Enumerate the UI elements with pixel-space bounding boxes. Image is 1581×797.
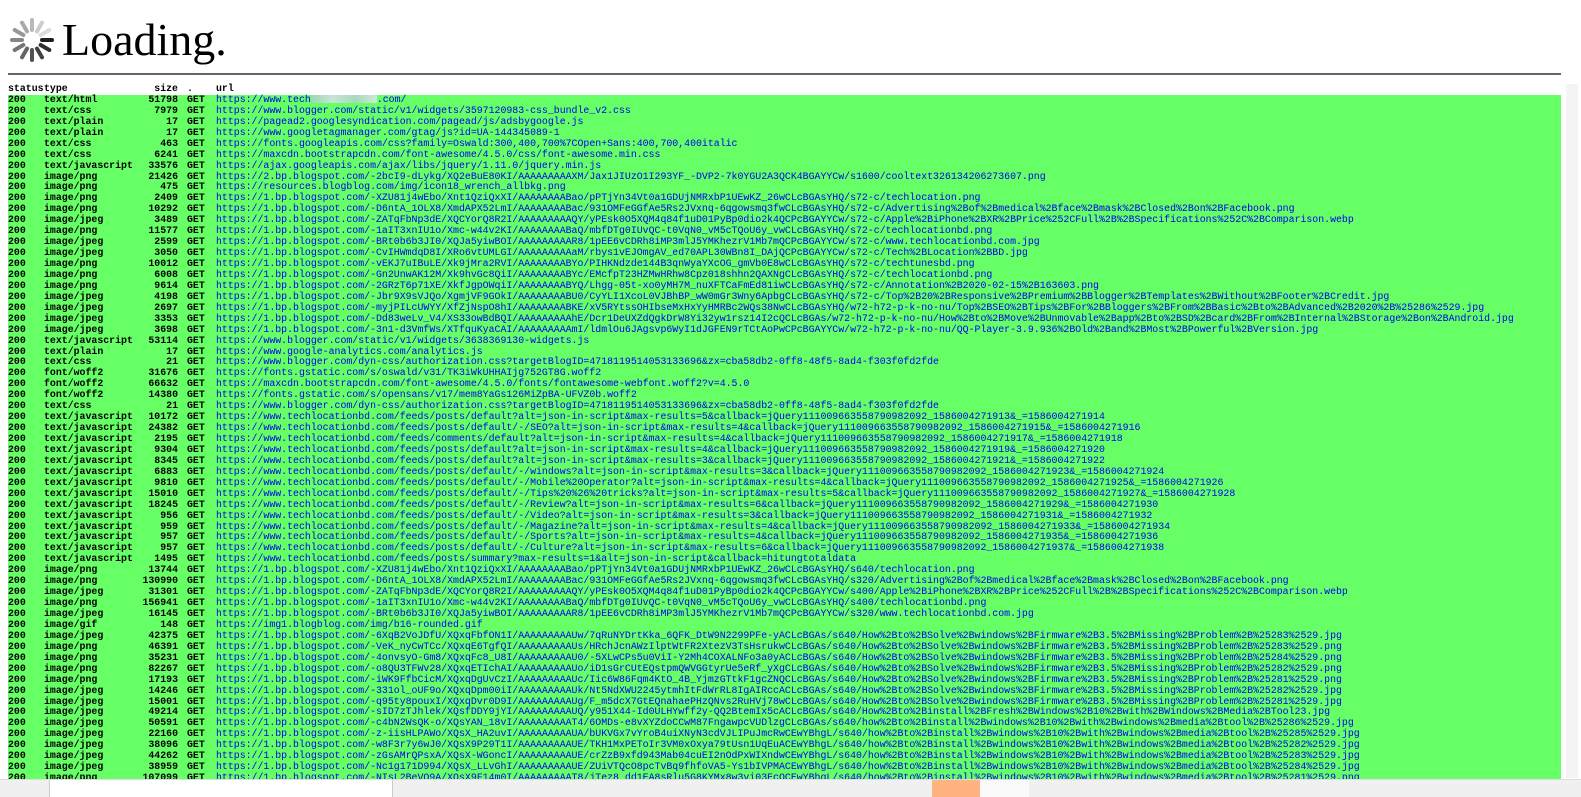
table-row: 200 image/jpeg 14246 GET https://1.bp.blogsp… xyxy=(8,684,1561,697)
type-cell: text/css xyxy=(44,137,92,149)
status-cell: 200 xyxy=(8,487,26,499)
url-link[interactable]: https://1.bp.blogspot.com/-3n1-d3VmfWs/X… xyxy=(216,324,1318,336)
table-row: 200 image/png 82267 GET https://1.bp.blogspo… xyxy=(8,662,1561,675)
method-cell: GET xyxy=(187,487,205,499)
url-link[interactable]: https://fonts.googleapis.com/css?family=… xyxy=(216,138,738,150)
spinner-segment xyxy=(12,43,26,52)
size-cell: 463 xyxy=(160,137,178,149)
status-cell: 200 xyxy=(8,312,26,324)
method-cell: GET xyxy=(187,312,205,324)
size-cell: 15010 xyxy=(148,487,178,499)
status-cell: 200 xyxy=(8,662,26,674)
size-cell: 3698 xyxy=(154,323,178,335)
type-cell: text/javascript xyxy=(44,498,133,510)
type-cell: text/javascript xyxy=(44,159,133,171)
status-cell: 200 xyxy=(8,509,26,521)
request-table: status type size . url 200 text/html 517… xyxy=(8,83,1561,784)
size-cell: 14246 xyxy=(148,684,178,696)
method-cell: GET xyxy=(187,159,205,171)
table-row: 200 text/css 463 GET https://fonts.googleapi… xyxy=(8,137,1561,150)
status-cell: 200 xyxy=(8,159,26,171)
table-row: 200 image/jpeg 3353 GET https://1.bp.blogspo… xyxy=(8,312,1561,325)
scrollbar[interactable] xyxy=(1566,84,1578,778)
size-cell: 82267 xyxy=(148,662,178,674)
status-segment xyxy=(980,780,1029,797)
url-prefix: https://www.tech xyxy=(216,93,311,105)
table-row: 200 text/javascript 18245 GET https://www.te… xyxy=(8,498,1561,511)
loading-header: Loading. xyxy=(8,12,227,68)
url-link[interactable]: https://www.techlocationbd.com/feeds/pos… xyxy=(216,488,1235,500)
method-cell: GET xyxy=(187,509,205,521)
url-link[interactable]: https://1.bp.blogspot.com/-o8QU3TFWv28/X… xyxy=(216,663,1342,675)
divider xyxy=(8,73,1561,75)
status-cell: 200 xyxy=(8,137,26,149)
url-link[interactable]: https://maxcdn.bootstrapcdn.com/font-awe… xyxy=(216,149,660,161)
table-row: 200 text/javascript 15010 GET https://www.te… xyxy=(8,487,1561,500)
type-cell: text/css xyxy=(44,148,92,160)
type-cell: text/javascript xyxy=(44,509,133,521)
url-link[interactable]: https://1.bp.blogspot.com/-331ol_oUF9o/X… xyxy=(216,685,1342,697)
spinner-segment xyxy=(20,46,29,60)
url-link[interactable]: https://ajax.googleapis.com/ajax/libs/jq… xyxy=(216,160,601,172)
type-cell: text/javascript xyxy=(44,334,133,346)
progress-indicator xyxy=(932,780,980,797)
url-suffix: .com/ xyxy=(376,93,407,105)
table-row: 200 text/javascript 956 GET https://www.tech… xyxy=(8,509,1561,522)
type-cell: image/jpeg xyxy=(44,323,104,335)
table-row: 200 text/javascript 33576 GET https://ajax.g… xyxy=(8,159,1561,172)
url-link[interactable]: https://www.blogger.com/static/v1/widget… xyxy=(216,335,589,347)
method-cell: GET xyxy=(187,137,205,149)
url-link[interactable]: https://1.bp.blogspot.com/-Dd83weLv_V4/X… xyxy=(216,313,1514,325)
table-row: 200 text/javascript 53114 GET https://www.bl… xyxy=(8,334,1561,347)
status-cell: 200 xyxy=(8,148,26,160)
spinner-segment xyxy=(35,20,44,34)
url-link[interactable]: https://www.techlocationbd.com/feeds/pos… xyxy=(216,510,1152,522)
size-cell: 33576 xyxy=(148,159,178,171)
page-title: Loading. xyxy=(62,14,227,65)
url-link[interactable]: https://www.techlocationbd.com/feeds/pos… xyxy=(216,499,1158,511)
method-cell: GET xyxy=(187,323,205,335)
table-row: 200 image/png 17193 GET https://1.bp.blogspo… xyxy=(8,673,1561,686)
spinner-segment xyxy=(38,43,52,52)
method-cell: GET xyxy=(187,684,205,696)
method-cell: GET xyxy=(187,334,205,346)
size-cell: 53114 xyxy=(148,334,178,346)
status-cell: 200 xyxy=(8,684,26,696)
size-cell: 6241 xyxy=(154,148,178,160)
spinner-segment xyxy=(38,28,52,37)
url-link[interactable]: https://1.bp.blogspot.com/-iWK9FfbCicM/X… xyxy=(216,674,1342,686)
spinner-segment xyxy=(35,46,44,60)
table-row: 200 image/jpeg 3698 GET https://1.bp.blogspo… xyxy=(8,323,1561,336)
status-cell: 200 xyxy=(8,498,26,510)
type-cell: image/png xyxy=(44,673,98,685)
redacted-domain xyxy=(310,95,377,104)
type-cell: image/jpeg xyxy=(44,684,104,696)
status-cell: 200 xyxy=(8,673,26,685)
method-cell: GET xyxy=(187,673,205,685)
size-cell: 956 xyxy=(160,509,178,521)
status-cell: 200 xyxy=(8,334,26,346)
status-bar xyxy=(0,779,1581,797)
loading-spinner-icon xyxy=(10,18,54,62)
size-cell: 3353 xyxy=(154,312,178,324)
size-cell: 18245 xyxy=(148,498,178,510)
spinner-segment xyxy=(20,20,29,34)
type-cell: image/png xyxy=(44,662,98,674)
spinner-segment xyxy=(12,28,26,37)
method-cell: GET xyxy=(187,662,205,674)
method-cell: GET xyxy=(187,148,205,160)
type-cell: image/jpeg xyxy=(44,312,104,324)
table-row: 200 text/css 6241 GET https://maxcdn.bootstr… xyxy=(8,148,1561,161)
status-input[interactable] xyxy=(49,780,393,797)
method-cell: GET xyxy=(187,498,205,510)
status-cell: 200 xyxy=(8,323,26,335)
type-cell: text/javascript xyxy=(44,487,133,499)
size-cell: 17193 xyxy=(148,673,178,685)
